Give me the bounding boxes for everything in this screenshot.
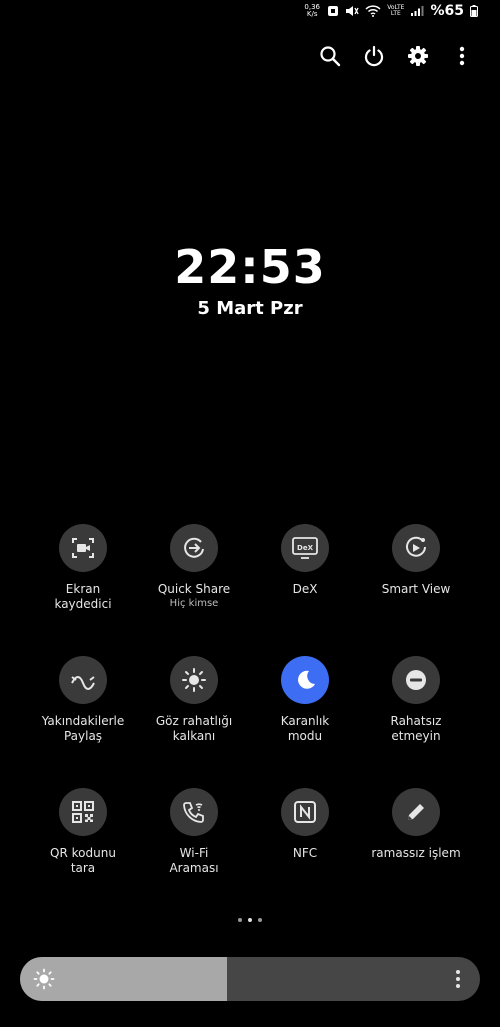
dex-icon-text: DeX — [297, 544, 314, 552]
quick-share-icon — [170, 524, 218, 572]
tile-seamless-action[interactable]: ramassız işlem — [356, 788, 476, 861]
tile-wifi-calling[interactable]: Wi-Fi Araması — [134, 788, 254, 876]
panel-actions — [318, 44, 474, 68]
tile-smart-view[interactable]: Smart View — [356, 524, 476, 597]
more-vertical-icon[interactable] — [450, 44, 474, 68]
lockscreen-date: 5 Mart Pzr — [197, 298, 303, 319]
tile-label: Karanlık modu — [280, 714, 330, 743]
tile-sublabel: Hiç kimse — [169, 598, 219, 609]
notification-app-icon — [327, 5, 339, 17]
tile-label: Smart View — [381, 582, 451, 596]
signal-icon — [410, 5, 424, 17]
battery-percent: %65 — [430, 3, 464, 19]
tile-nearby-share[interactable]: Yakındakilerle Paylaş — [23, 656, 143, 744]
smart-view-icon — [392, 524, 440, 572]
moon-icon — [281, 656, 329, 704]
power-icon[interactable] — [362, 44, 386, 68]
tile-eye-comfort[interactable]: Göz rahatlığı kalkanı — [134, 656, 254, 744]
tile-label: Ekran kaydedici — [54, 582, 112, 611]
status-icons: 0,36 K/s VoLTE LTE %65 — [303, 3, 478, 19]
tile-label: QR kodunu tara — [50, 846, 116, 875]
tile-dark-mode[interactable]: Karanlık modu — [245, 656, 365, 744]
tile-qr-scan[interactable]: QR kodunu tara — [23, 788, 143, 876]
tile-label: Quick Share — [157, 582, 231, 596]
tile-label: Rahatsız etmeyin — [390, 714, 442, 743]
eye-comfort-icon — [170, 656, 218, 704]
more-vertical-icon[interactable] — [446, 967, 470, 991]
network-speed: 0,36 K/s — [303, 4, 321, 18]
tile-label: NFC — [292, 846, 318, 860]
tile-dex[interactable]: DeX DeX — [245, 524, 365, 597]
page-indicator — [0, 918, 500, 922]
tile-do-not-disturb[interactable]: Rahatsız etmeyin — [356, 656, 476, 744]
page-dot-current[interactable] — [248, 918, 252, 922]
network-speed-unit: K/s — [306, 10, 318, 18]
dex-icon: DeX — [281, 524, 329, 572]
qr-code-icon — [59, 788, 107, 836]
nfc-icon — [281, 788, 329, 836]
nearby-share-icon — [59, 656, 107, 704]
wifi-icon — [365, 5, 381, 17]
tile-quick-share[interactable]: Quick Share Hiç kimse — [134, 524, 254, 609]
sun-icon — [32, 967, 56, 991]
tile-label: Yakındakilerle Paylaş — [41, 714, 125, 743]
volte-indicator: VoLTE LTE — [387, 5, 404, 17]
lte-label: LTE — [390, 10, 401, 17]
tile-nfc[interactable]: NFC — [245, 788, 365, 861]
tile-label: ramassız işlem — [371, 846, 461, 860]
status-bar: 0,36 K/s VoLTE LTE %65 — [0, 0, 500, 24]
search-icon[interactable] — [318, 44, 342, 68]
tile-label: Wi-Fi Araması — [169, 846, 219, 875]
gear-icon[interactable] — [406, 44, 430, 68]
wifi-calling-icon — [170, 788, 218, 836]
tile-label: DeX — [292, 582, 318, 596]
tile-label: Göz rahatlığı kalkanı — [155, 714, 233, 743]
battery-icon — [470, 5, 478, 17]
page-dot[interactable] — [238, 918, 242, 922]
do-not-disturb-icon — [392, 656, 440, 704]
pencil-icon — [392, 788, 440, 836]
screen-recorder-icon — [59, 524, 107, 572]
tile-screen-recorder[interactable]: Ekran kaydedici — [23, 524, 143, 612]
brightness-slider[interactable] — [20, 957, 480, 1001]
page-dot[interactable] — [258, 918, 262, 922]
lockscreen-clock: 22:53 — [174, 240, 326, 294]
mute-icon — [345, 5, 359, 17]
